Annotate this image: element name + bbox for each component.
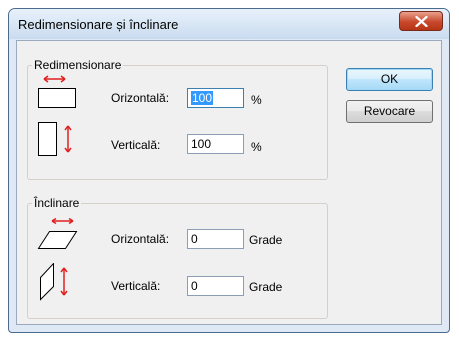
skew-vertical-value: 0 [191, 279, 198, 293]
close-icon [415, 16, 428, 27]
resize-horizontal-icon [38, 75, 76, 108]
dialog-window: Redimensionare și înclinare Redimensiona… [8, 8, 450, 333]
skew-vertical-unit: Grade [249, 280, 283, 294]
resize-vertical-value: 100 [191, 137, 212, 151]
skew-horizontal-value: 0 [191, 232, 198, 246]
skew-horizontal-input[interactable]: 0 [187, 229, 244, 249]
resize-horizontal-label: Orizontală: [111, 91, 170, 105]
resize-vertical-label: Verticală: [111, 138, 161, 152]
resize-legend: Redimensionare [34, 58, 122, 72]
resize-group: Redimensionare Orizontală: 100 % Vertica… [27, 58, 328, 180]
skew-group: Înclinare Orizontală: 0 Grade Verticală:… [27, 196, 328, 319]
resize-horizontal-input[interactable]: 100 [187, 88, 244, 108]
skew-horizontal-icon [37, 218, 78, 249]
skew-horizontal-label: Orizontală: [111, 232, 170, 246]
skew-vertical-label: Verticală: [111, 279, 161, 293]
window-title: Redimensionare și înclinare [18, 17, 179, 32]
cancel-button[interactable]: Revocare [346, 100, 433, 123]
skew-vertical-icon [40, 263, 68, 301]
dialog-body: Redimensionare Orizontală: 100 % Vertica… [16, 40, 442, 325]
ok-button[interactable]: OK [346, 68, 433, 91]
resize-vertical-unit: % [251, 140, 262, 154]
skew-legend: Înclinare [34, 196, 80, 210]
skew-vertical-input[interactable]: 0 [187, 276, 244, 296]
skew-horizontal-unit: Grade [249, 233, 283, 247]
resize-horizontal-unit: % [251, 93, 262, 107]
title-bar[interactable]: Redimensionare și înclinare [9, 9, 449, 39]
resize-horizontal-value: 100 [191, 91, 214, 105]
close-button[interactable] [399, 11, 443, 31]
resize-vertical-icon [38, 122, 72, 156]
resize-vertical-input[interactable]: 100 [187, 134, 244, 154]
